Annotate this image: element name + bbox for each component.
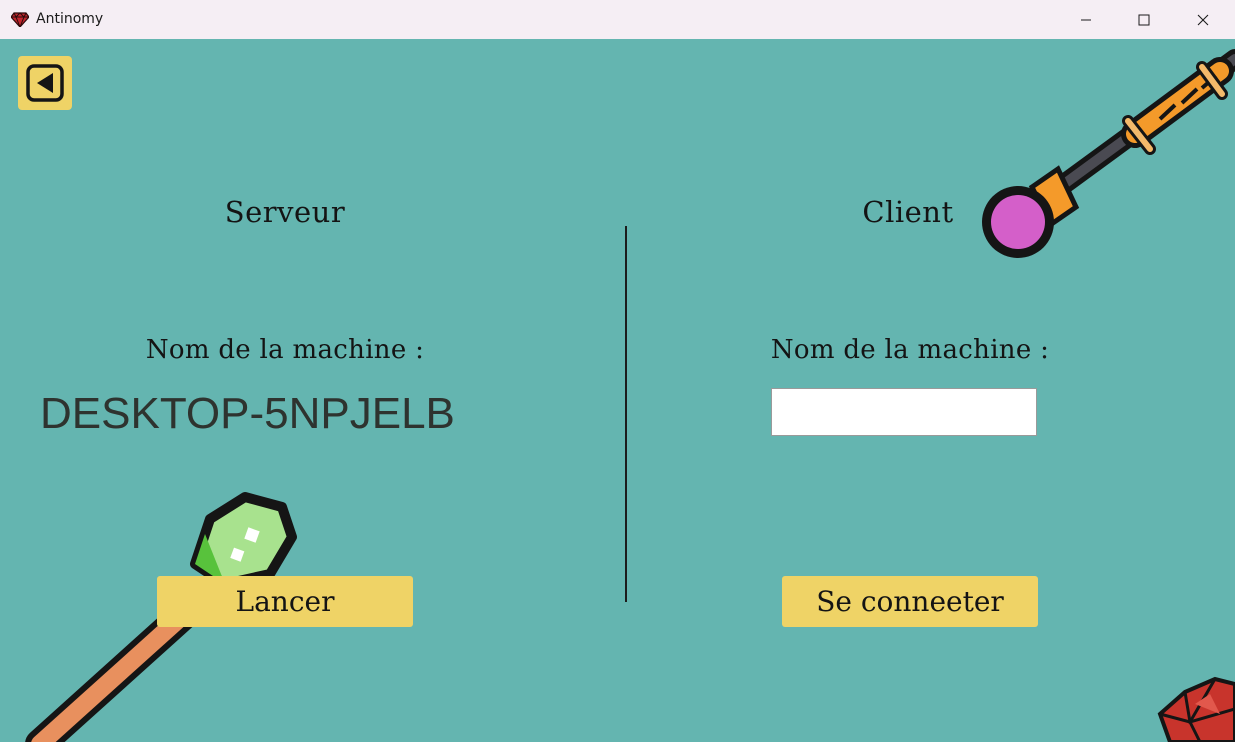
client-heading: Client xyxy=(862,195,954,229)
connect-button[interactable]: Se conneeter xyxy=(782,576,1038,627)
app-window: Antinomy Serveur Nom de la machine: DES… xyxy=(0,0,1235,742)
maximize-button[interactable] xyxy=(1115,0,1173,39)
red-gem-cluster-icon xyxy=(1157,676,1235,742)
server-machine-label: Nom de la machine : xyxy=(145,335,425,365)
client-machine-input[interactable] xyxy=(771,388,1037,436)
server-machine-name: DESKTOP-5NPJELB xyxy=(40,389,455,438)
launch-button[interactable]: Lancer xyxy=(157,576,413,627)
red-gem-icon xyxy=(11,12,29,27)
title-bar: Antinomy xyxy=(0,0,1235,39)
close-icon xyxy=(1197,14,1209,25)
minimize-button[interactable] xyxy=(1057,0,1115,39)
orange-wand-icon xyxy=(982,49,1235,258)
main-content: Serveur Nom de la machine : DESKTOP-5NPJ… xyxy=(0,39,1235,742)
back-button[interactable] xyxy=(18,56,72,110)
window-title: Antinomy xyxy=(36,11,104,27)
back-arrow-icon xyxy=(26,64,64,102)
minimize-icon xyxy=(1081,19,1091,20)
section-divider xyxy=(625,226,627,602)
maximize-icon xyxy=(1138,14,1150,25)
close-button[interactable] xyxy=(1174,0,1232,39)
server-heading: Serveur xyxy=(224,195,346,229)
client-machine-label: Nom de la machine : xyxy=(770,335,1050,365)
